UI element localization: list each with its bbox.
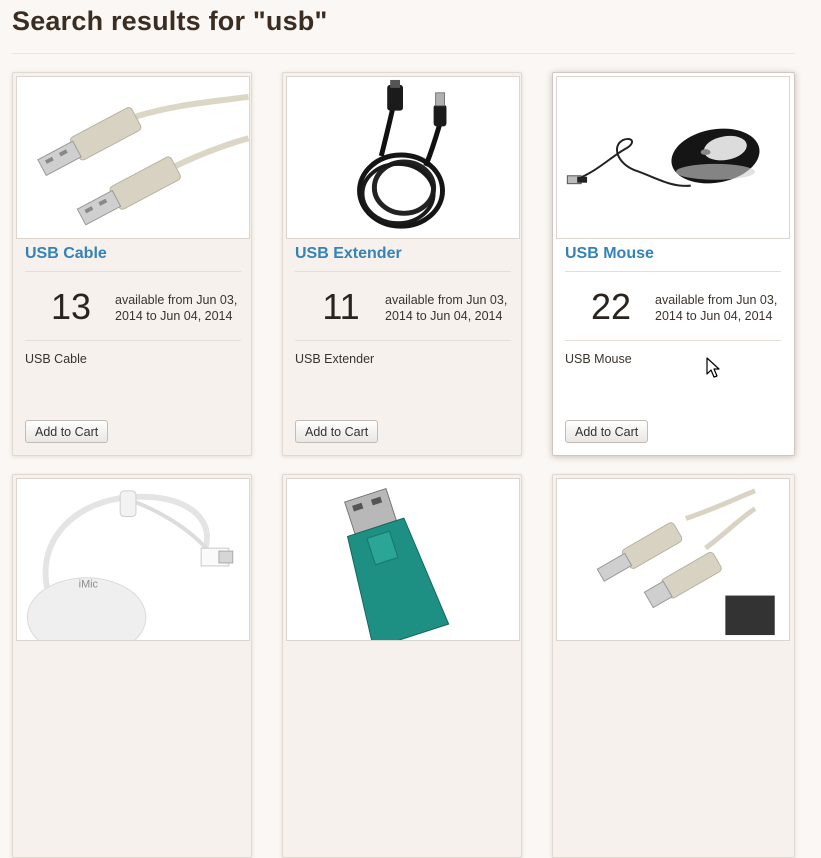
product-image-usb-mouse[interactable] xyxy=(556,76,790,239)
product-card xyxy=(282,474,522,858)
product-description: USB Cable xyxy=(25,352,87,366)
quantity-available: 13 xyxy=(50,286,92,327)
product-image[interactable] xyxy=(556,478,790,641)
quantity-available: 22 xyxy=(590,286,632,327)
divider xyxy=(565,340,781,341)
quantity-available: 11 xyxy=(322,286,360,327)
product-title-link[interactable]: USB Mouse xyxy=(565,245,654,263)
add-to-cart-button[interactable]: Add to Cart xyxy=(25,420,109,443)
divider xyxy=(565,271,781,272)
divider xyxy=(295,340,511,341)
divider xyxy=(25,340,241,341)
usb-microphone-image: iMic xyxy=(26,490,234,640)
product-card: USB Mouse 22 available from Jun 03, 2014… xyxy=(552,72,795,456)
mouse-cursor-icon xyxy=(706,357,720,378)
product-card xyxy=(552,474,795,858)
product-card: iMic xyxy=(12,474,252,858)
page-title: Search results for "usb" xyxy=(12,6,328,36)
product-image[interactable]: iMic xyxy=(16,478,250,641)
product-description: USB Extender xyxy=(295,352,375,366)
product-title-link[interactable]: USB Cable xyxy=(25,245,107,263)
product-card: USB Cable 13 available from Jun 03, 2014… xyxy=(12,72,252,456)
usb-ab-cable-image xyxy=(596,488,775,636)
title-divider xyxy=(12,53,795,54)
divider xyxy=(25,271,241,272)
usb-cable-image xyxy=(37,93,249,226)
add-to-cart-button[interactable]: Add to Cart xyxy=(565,420,649,443)
availability-text: available from Jun 03, 2014 to Jun 04, 2… xyxy=(115,293,238,323)
svg-text:iMic: iMic xyxy=(79,579,99,591)
product-image-usb-cable[interactable] xyxy=(16,76,250,239)
availability-text: available from Jun 03, 2014 to Jun 04, 2… xyxy=(655,293,778,323)
add-to-cart-button[interactable]: Add to Cart xyxy=(295,420,379,443)
usb-mouse-image xyxy=(566,128,760,187)
divider xyxy=(295,271,511,272)
product-image[interactable] xyxy=(286,478,520,641)
usb-adapter-image xyxy=(344,487,450,640)
availability-text: available from Jun 03, 2014 to Jun 04, 2… xyxy=(385,293,508,323)
product-description: USB Mouse xyxy=(565,352,632,366)
usb-extender-image xyxy=(357,79,447,229)
product-title-link[interactable]: USB Extender xyxy=(295,245,402,263)
product-image-usb-extender[interactable] xyxy=(286,76,520,239)
product-card: USB Extender 11 available from Jun 03, 2… xyxy=(282,72,522,456)
